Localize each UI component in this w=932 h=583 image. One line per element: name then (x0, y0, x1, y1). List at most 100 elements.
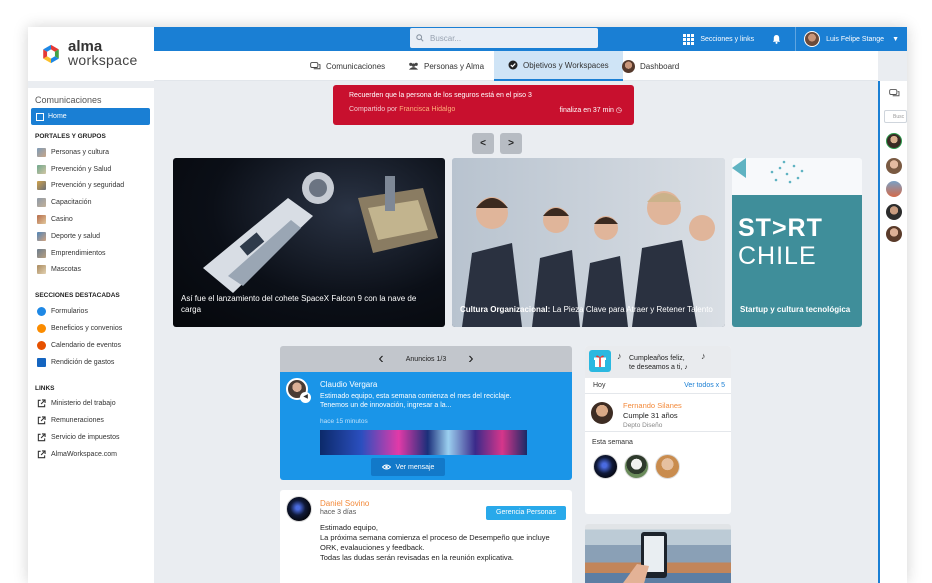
chevron-left-icon[interactable]: ‹ (378, 351, 383, 367)
gift-icon (37, 324, 46, 334)
tab-objetivos[interactable]: Objetivos y Workspaces (494, 51, 623, 81)
sidebar-item-deporte[interactable]: Deporte y salud (31, 228, 150, 245)
sidebar-item-formularios[interactable]: Formularios (31, 303, 150, 320)
sidebar-item-label: Casino (51, 216, 73, 224)
contact-avatar[interactable] (886, 181, 902, 197)
view-message-button[interactable]: Ver mensaje (371, 458, 445, 476)
avatar[interactable] (655, 454, 680, 479)
sidebar-item-label: AlmaWorkspace.com (51, 450, 118, 458)
contact-avatar[interactable] (886, 204, 902, 220)
startup-banner-line2: CHILE (738, 242, 817, 270)
post-group-tag[interactable]: Gerencia Personas (486, 506, 566, 520)
sidebar-item-label: Formularios (51, 308, 88, 316)
sidebar-item-capacitacion[interactable]: Capacitación (31, 194, 150, 211)
external-link-icon (37, 416, 46, 425)
thumb-icon (37, 181, 46, 191)
contact-avatar[interactable] (886, 158, 902, 174)
sidebar-link-impuestos[interactable]: Servicio de impuestos (31, 429, 150, 446)
carousel-next-button[interactable]: > (500, 133, 522, 154)
app-window: Secciones y links Luis Felipe Stange ▼ a… (28, 27, 907, 583)
alert-ends: finaliza en 37 min (559, 107, 614, 114)
clock-icon: ◷ (615, 107, 622, 114)
see-all-link[interactable]: Ver todos x 5 (684, 382, 725, 389)
sidebar-item-label: Home (48, 113, 67, 120)
bell-icon[interactable] (772, 34, 781, 44)
phone-photo-image (623, 532, 667, 583)
sidebar-item-prevencion-salud[interactable]: Prevención y Salud (31, 161, 150, 178)
today-row: Hoy Ver todos x 5 (585, 378, 731, 394)
check-circle-icon (508, 60, 518, 70)
logo-text-workspace: workspace (68, 52, 138, 68)
sidebar-item-personas-cultura[interactable]: Personas y cultura (31, 144, 150, 161)
birthday-person-name[interactable]: Fernando Silanes (623, 401, 682, 410)
birthday-person[interactable]: Fernando Silanes Cumple 31 años Depto Di… (585, 394, 731, 432)
tab-personas[interactable]: Personas y Alma (408, 51, 484, 81)
sidebar-link-remuneraciones[interactable]: Remuneraciones (31, 412, 150, 429)
thumb-icon (37, 215, 46, 225)
thumb-icon (37, 164, 46, 174)
external-link-icon (37, 450, 46, 459)
feed-post[interactable]: Daniel Sovino hace 3 días Gerencia Perso… (280, 490, 572, 583)
announcement-author[interactable]: Claudio Vergara (320, 380, 377, 389)
sidebar-item-label: Calendario de eventos (51, 341, 122, 349)
user-menu[interactable]: Luis Felipe Stange ▼ (804, 31, 899, 47)
sidebar-item-home[interactable]: Home (31, 108, 150, 125)
card-caption-bold: Cultura Organizacional: (460, 305, 551, 314)
search-box[interactable] (410, 28, 598, 48)
contact-avatar[interactable] (886, 133, 902, 149)
tab-label: Dashboard (640, 61, 680, 71)
tab-label: Personas y Alma (424, 61, 485, 71)
sidebar-item-prevencion-seguridad[interactable]: Prevención y seguridad (31, 178, 150, 195)
sidebar-item-casino[interactable]: Casino (31, 211, 150, 228)
avatar[interactable] (624, 454, 649, 479)
alert-shared-by[interactable]: Francisca Hidalgo (399, 106, 455, 113)
sections-links-button[interactable]: Secciones y links (683, 33, 755, 45)
sidebar-item-mascotas[interactable]: Mascotas (31, 262, 150, 279)
tab-comunicaciones[interactable]: Comunicaciones (310, 51, 385, 81)
tab-label: Comunicaciones (326, 61, 386, 71)
carousel-prev-button[interactable]: < (472, 133, 494, 154)
news-card[interactable]: Así fue el lanzamiento del cohete SpaceX… (173, 158, 445, 327)
brand-logo[interactable]: alma workspace (28, 27, 154, 81)
alert-banner[interactable]: Recuerden que la persona de los seguros … (333, 85, 634, 125)
sidebar-item-label: Personas y cultura (51, 148, 109, 156)
avatar (804, 31, 821, 47)
sidebar-item-label: Mascotas (51, 266, 81, 274)
news-card[interactable]: Cultura Organizacional: La Pieza Clave p… (452, 158, 725, 327)
sidebar-section-title: LINKS (35, 384, 55, 392)
sidebar-section-title: SECCIONES DESTACADAS (35, 292, 120, 300)
sidebar-item-label: Emprendimientos (51, 249, 106, 257)
sidebar-link-almaworkspace[interactable]: AlmaWorkspace.com (31, 446, 150, 463)
post-author[interactable]: Daniel Sovino (320, 499, 369, 508)
sidebar-item-rendicion[interactable]: Rendición de gastos (31, 354, 150, 371)
thumb-icon (37, 265, 46, 275)
news-card[interactable]: ST>RT CHILE Startup y cultura tecnológic… (732, 158, 862, 327)
post-line: Todas las dudas serán revisadas en la re… (320, 553, 514, 562)
sidebar-item-emprendimientos[interactable]: Emprendimientos (31, 245, 150, 262)
avatar[interactable] (593, 454, 618, 479)
sidebar-item-calendario[interactable]: Calendario de eventos (31, 337, 150, 354)
photo-card[interactable] (585, 524, 731, 583)
contact-avatar[interactable] (886, 226, 902, 242)
card-caption-bold: Startup y cultura tecnológica (740, 305, 851, 314)
sections-links-label: Secciones y links (700, 35, 755, 43)
rail-search-input[interactable]: Busc (884, 110, 907, 123)
music-note-icon: ♪ (617, 351, 622, 361)
chat-icon[interactable] (889, 89, 900, 98)
tab-bar: Comunicaciones Personas y Alma Objetivos… (28, 51, 878, 81)
chevron-right-icon[interactable]: › (468, 351, 473, 367)
sidebar-item-beneficios[interactable]: Beneficios y convenios (31, 320, 150, 337)
sidebar-link-ministerio[interactable]: Ministerio del trabajo (31, 396, 150, 413)
featured-announcement[interactable]: ◀ Claudio Vergara Estimado equipo, esta … (280, 372, 572, 480)
avatar (591, 402, 613, 424)
search-input[interactable] (430, 33, 580, 43)
chat-icon (310, 61, 321, 69)
thumb-icon (37, 198, 46, 208)
tab-label: Objetivos y Workspaces (523, 60, 609, 70)
search-icon (416, 34, 424, 42)
divider (795, 27, 797, 51)
birthday-person-dept: Depto Diseño (623, 422, 663, 429)
thumb-icon (37, 147, 46, 157)
sidebar: Comunicaciones Home PORTALES Y GRUPOS Pe… (28, 88, 154, 583)
tab-dashboard[interactable]: Dashboard (622, 51, 679, 81)
